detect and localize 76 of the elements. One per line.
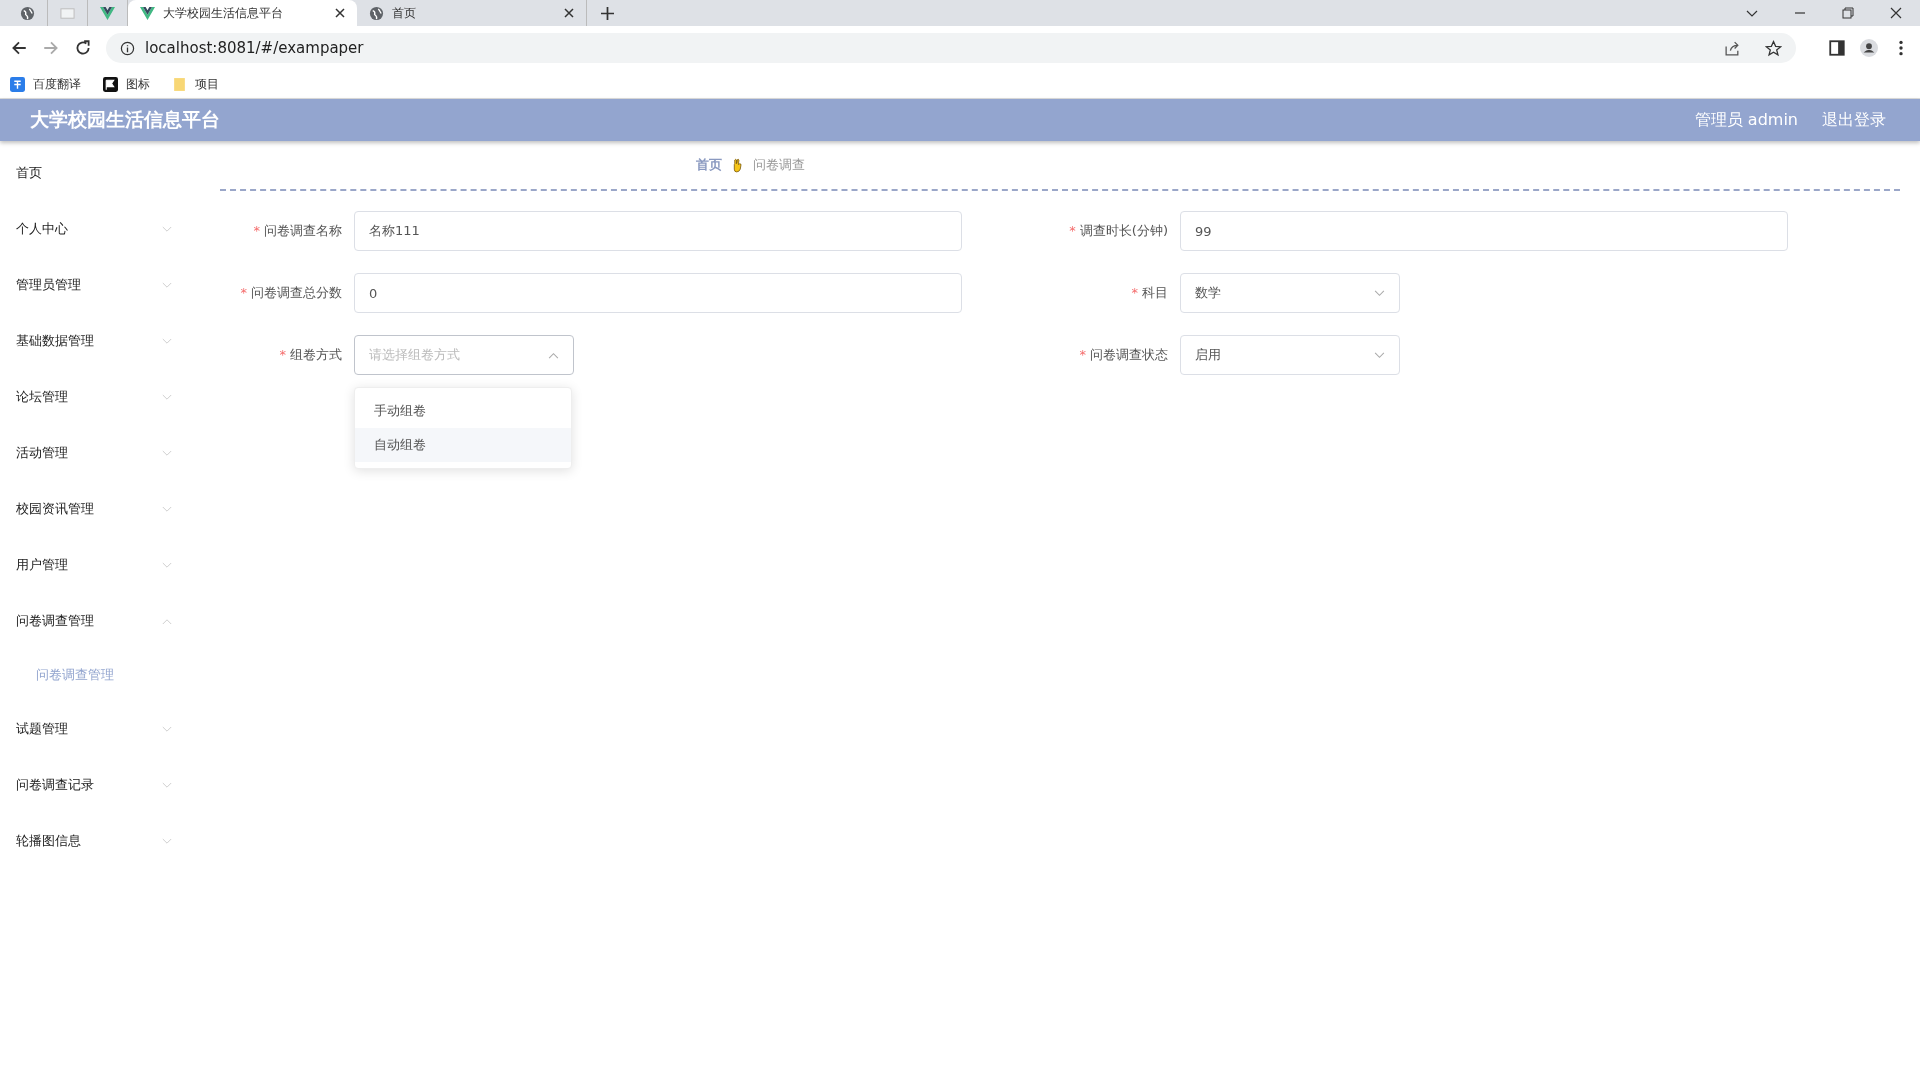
back-icon[interactable] [10,39,28,57]
field-label: 科目 [1142,285,1168,300]
select-field[interactable]: 数学 [1180,273,1400,313]
chevron-down-icon [162,725,172,733]
tab-title: 大学校园生活信息平台 [163,4,284,22]
reload-icon[interactable] [74,39,92,57]
chevron-down-icon [162,225,172,233]
tab-title: 首页 [392,4,417,22]
sidebar-item[interactable]: 试题管理 [0,701,180,757]
field-label: 问卷调查状态 [1090,347,1168,362]
chevron-up-icon [162,617,172,625]
close-icon[interactable] [335,8,345,18]
flag-icon [103,76,118,92]
text-field[interactable]: 0 [354,273,962,313]
sidebar-item[interactable]: 问卷调查管理 [0,593,180,649]
bookmark[interactable]: 项目 [172,75,219,93]
globe-icon [20,5,35,21]
folder-icon [172,76,187,92]
chevron-up-icon [548,351,559,359]
required-mark: * [253,223,260,238]
restore-icon[interactable] [1842,7,1854,19]
user-name: 管理员 admin [1694,109,1798,131]
chevron-down-icon [162,561,172,569]
browser-tab[interactable]: 大学校园生活信息平台 [128,0,357,26]
bookmark[interactable]: 百度翻译 [10,75,81,93]
sidebar-item[interactable]: 用户管理 [0,537,180,593]
sidebar-item[interactable]: 个人中心 [0,201,180,257]
page-icon [60,5,75,21]
star-icon[interactable] [1765,39,1782,57]
field-label: 问卷调查名称 [264,223,342,238]
sidebar-item[interactable]: 管理员管理 [0,257,180,313]
share-icon[interactable] [1724,39,1741,57]
info-icon [120,40,135,56]
globe-icon [369,5,384,21]
side-panel-icon[interactable] [1828,39,1846,57]
hand-icon [731,157,743,173]
translate-icon [10,76,25,92]
sidebar-item[interactable]: 首页 [0,145,180,201]
sidebar-item[interactable]: 问卷调查记录 [0,757,180,813]
chevron-down-icon [162,281,172,289]
text-field[interactable]: 99 [1180,211,1788,251]
plus-icon[interactable] [601,6,614,20]
breadcrumb-item: 问卷调查 [752,156,805,174]
chevron-down-icon [162,781,172,789]
required-mark: * [240,285,247,300]
dropdown-option[interactable]: 自动组卷 [355,428,571,462]
field-label: 问卷调查总分数 [251,285,342,300]
sidebar-item[interactable]: 论坛管理 [0,369,180,425]
profile-icon[interactable] [1860,39,1878,57]
sidebar-item[interactable]: 校园资讯管理 [0,481,180,537]
address-field[interactable]: localhost:8081/#/exampaper [106,33,1796,63]
chevron-down-icon [162,449,172,457]
text-field[interactable]: 名称111 [354,211,962,251]
sidebar-item[interactable]: 基础数据管理 [0,313,180,369]
close-icon[interactable] [1890,7,1902,19]
dropdown-option[interactable]: 手动组卷 [355,394,571,428]
required-mark: * [1079,347,1086,362]
sidebar-item[interactable]: 活动管理 [0,425,180,481]
required-mark: * [1069,223,1076,238]
chevron-down-icon [1374,351,1385,359]
chevron-down-icon [1374,289,1385,297]
select-field[interactable]: 启用 [1180,335,1400,375]
vue-logo-icon [100,5,115,21]
chevron-down-icon [162,505,172,513]
vue-logo-icon [140,5,155,21]
field-label: 组卷方式 [290,347,342,362]
close-icon[interactable] [564,8,574,18]
bookmark[interactable]: 图标 [103,75,150,93]
chevron-down-icon [162,393,172,401]
required-mark: * [279,347,286,362]
chevron-down-icon [162,837,172,845]
field-label: 调查时长(分钟) [1079,223,1168,238]
chevron-down-icon [162,337,172,345]
required-mark: * [1131,285,1138,300]
sidebar-item[interactable]: 轮播图信息 [0,813,180,869]
app-title: 大学校园生活信息平台 [30,107,220,132]
